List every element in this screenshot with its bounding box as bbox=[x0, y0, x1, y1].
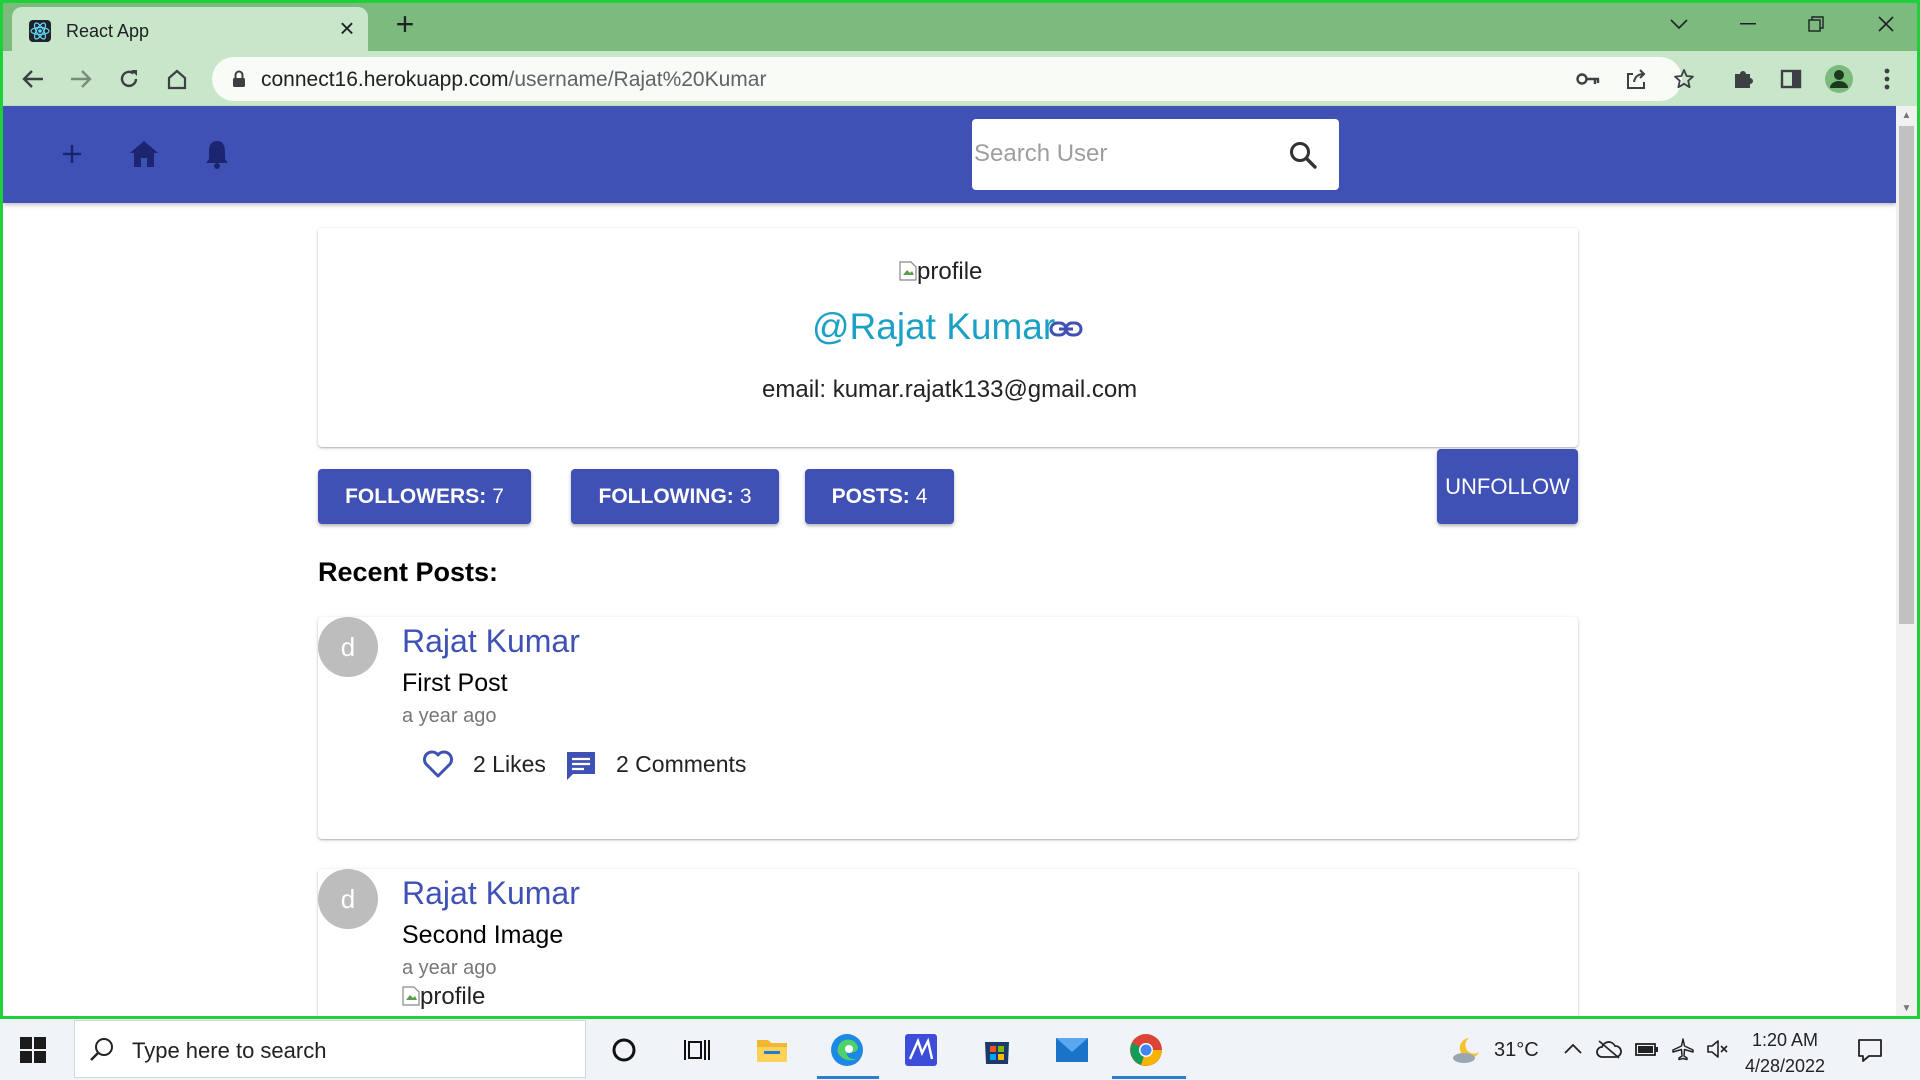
post-author[interactable]: Rajat Kumar bbox=[402, 875, 580, 912]
lock-icon[interactable] bbox=[232, 70, 246, 93]
post-title: Second Image bbox=[402, 921, 564, 949]
cortana-icon[interactable] bbox=[609, 1035, 639, 1065]
comment-icon[interactable] bbox=[565, 750, 597, 787]
author-avatar[interactable]: d bbox=[318, 617, 378, 677]
microsoft-store-icon[interactable] bbox=[979, 1032, 1015, 1068]
post-timestamp: a year ago bbox=[402, 705, 497, 727]
airplane-mode-icon[interactable] bbox=[1670, 1036, 1696, 1062]
post-title: First Post bbox=[402, 669, 508, 697]
browser-toolbar: connect16.herokuapp.com/username/Rajat%2… bbox=[0, 51, 1920, 106]
likes-count[interactable]: 2 Likes bbox=[473, 751, 546, 778]
profile-card: profile @Rajat Kumar email: kumar.rajatk… bbox=[318, 228, 1578, 447]
search-icon[interactable] bbox=[1288, 140, 1318, 175]
followers-label: FOLLOWERS: bbox=[345, 484, 487, 508]
url-text[interactable]: connect16.herokuapp.com/username/Rajat%2… bbox=[261, 68, 766, 92]
search-user-input[interactable] bbox=[974, 135, 1274, 173]
edge-active-indicator bbox=[817, 1076, 879, 1079]
volume-muted-icon[interactable] bbox=[1705, 1036, 1731, 1062]
profile-avatar-icon[interactable] bbox=[1823, 63, 1855, 95]
posts-count: 4 bbox=[915, 484, 928, 508]
link-icon[interactable] bbox=[1049, 320, 1083, 343]
reload-icon[interactable] bbox=[113, 63, 145, 95]
scroll-down-arrow-icon[interactable]: ▼ bbox=[1900, 1003, 1913, 1015]
tab-title: React App bbox=[66, 21, 150, 41]
page-scrollbar[interactable]: ▲ ▼ bbox=[1896, 106, 1917, 1019]
close-window-button[interactable] bbox=[1858, 6, 1914, 42]
notifications-bell-icon[interactable] bbox=[199, 136, 235, 172]
url-path: /username/Rajat%20Kumar bbox=[508, 68, 767, 91]
file-explorer-icon[interactable] bbox=[755, 1033, 789, 1067]
posts-button[interactable]: POSTS: 4 bbox=[805, 469, 954, 524]
edge-browser-icon[interactable] bbox=[829, 1032, 865, 1068]
posts-label: POSTS: bbox=[831, 484, 910, 508]
react-favicon-icon bbox=[29, 20, 51, 42]
browser-tab[interactable]: React App × bbox=[12, 7, 368, 51]
taskbar-search-box[interactable]: Type here to search bbox=[74, 1020, 586, 1078]
password-key-icon[interactable] bbox=[1572, 63, 1604, 95]
browser-menu-icon[interactable] bbox=[1871, 63, 1903, 95]
draw-app-icon[interactable] bbox=[903, 1032, 939, 1068]
scroll-up-arrow-icon[interactable]: ▲ bbox=[1900, 110, 1913, 122]
url-host: connect16.herokuapp.com bbox=[261, 68, 509, 91]
forward-arrow-icon[interactable] bbox=[65, 63, 97, 95]
side-panel-icon[interactable] bbox=[1775, 63, 1807, 95]
loading-indicator-track bbox=[852, 0, 1140, 3]
app-navbar bbox=[3, 106, 1896, 203]
back-arrow-icon[interactable] bbox=[17, 63, 49, 95]
recent-posts-heading: Recent Posts: bbox=[318, 557, 499, 587]
mail-icon[interactable] bbox=[1054, 1032, 1090, 1068]
search-user-box bbox=[972, 119, 1339, 190]
clock-date: 4/28/2022 bbox=[1744, 1056, 1826, 1076]
home-nav-icon[interactable] bbox=[126, 136, 162, 172]
browser-titlebar: React App × + bbox=[0, 0, 1920, 51]
following-count: 3 bbox=[739, 484, 752, 508]
home-icon[interactable] bbox=[161, 63, 193, 95]
loading-indicator bbox=[778, 0, 852, 3]
followers-button[interactable]: FOLLOWERS: 7 bbox=[318, 469, 531, 524]
onedrive-cloud-icon[interactable] bbox=[1596, 1037, 1622, 1061]
post-image-alt: profile bbox=[420, 983, 486, 1010]
new-tab-button[interactable]: + bbox=[390, 8, 420, 40]
tab-search-chevron-icon[interactable] bbox=[1651, 6, 1707, 42]
post-image-broken: profile bbox=[402, 983, 485, 1011]
comments-count[interactable]: 2 Comments bbox=[616, 751, 746, 778]
notification-center-icon[interactable] bbox=[1855, 1035, 1885, 1065]
add-post-icon[interactable] bbox=[54, 136, 90, 172]
author-avatar[interactable]: d bbox=[318, 869, 378, 929]
windows-taskbar: Type here to search 31°C 1:20 AM 4/28/20… bbox=[0, 1019, 1920, 1080]
following-button[interactable]: FOLLOWING: 3 bbox=[571, 469, 779, 524]
weather-temperature[interactable]: 31°C bbox=[1494, 1039, 1539, 1062]
share-icon[interactable] bbox=[1620, 63, 1652, 95]
heart-like-icon[interactable] bbox=[422, 749, 454, 784]
scroll-thumb[interactable] bbox=[1899, 126, 1914, 624]
task-view-icon[interactable] bbox=[682, 1035, 712, 1065]
battery-icon[interactable] bbox=[1634, 1037, 1660, 1061]
chrome-icon[interactable] bbox=[1128, 1032, 1164, 1068]
profile-image-alt: profile bbox=[917, 258, 983, 285]
minimize-button[interactable] bbox=[1720, 6, 1776, 42]
profile-image-broken: profile bbox=[899, 258, 982, 286]
windows-start-icon[interactable] bbox=[16, 1033, 50, 1067]
taskbar-search-icon bbox=[89, 1036, 115, 1062]
followers-count: 7 bbox=[492, 484, 504, 508]
taskbar-clock[interactable]: 1:20 AM 4/28/2022 bbox=[1740, 1027, 1830, 1079]
extensions-puzzle-icon[interactable] bbox=[1727, 63, 1759, 95]
restore-button[interactable] bbox=[1788, 6, 1844, 42]
following-label: FOLLOWING: bbox=[598, 484, 734, 508]
profile-username: @Rajat Kumar bbox=[812, 306, 1056, 347]
post-card: d Rajat Kumar Second Image a year ago pr… bbox=[318, 869, 1578, 1019]
post-timestamp: a year ago bbox=[402, 957, 497, 979]
address-bar[interactable]: connect16.herokuapp.com/username/Rajat%2… bbox=[212, 57, 1694, 101]
post-author[interactable]: Rajat Kumar bbox=[402, 623, 580, 660]
tab-close-icon[interactable]: × bbox=[334, 15, 360, 42]
clock-time: 1:20 AM bbox=[1751, 1030, 1819, 1050]
post-card: d Rajat Kumar First Post a year ago 2 Li… bbox=[318, 617, 1578, 839]
profile-email: email: kumar.rajatk133@gmail.com bbox=[762, 376, 1138, 403]
chrome-active-indicator bbox=[1112, 1076, 1186, 1079]
taskbar-search-placeholder: Type here to search bbox=[132, 1038, 327, 1063]
bookmark-star-icon[interactable] bbox=[1668, 63, 1700, 95]
weather-icon[interactable] bbox=[1450, 1033, 1484, 1067]
unfollow-button[interactable]: UNFOLLOW bbox=[1437, 449, 1578, 524]
show-hidden-icons-chevron-icon[interactable] bbox=[1562, 1039, 1584, 1059]
